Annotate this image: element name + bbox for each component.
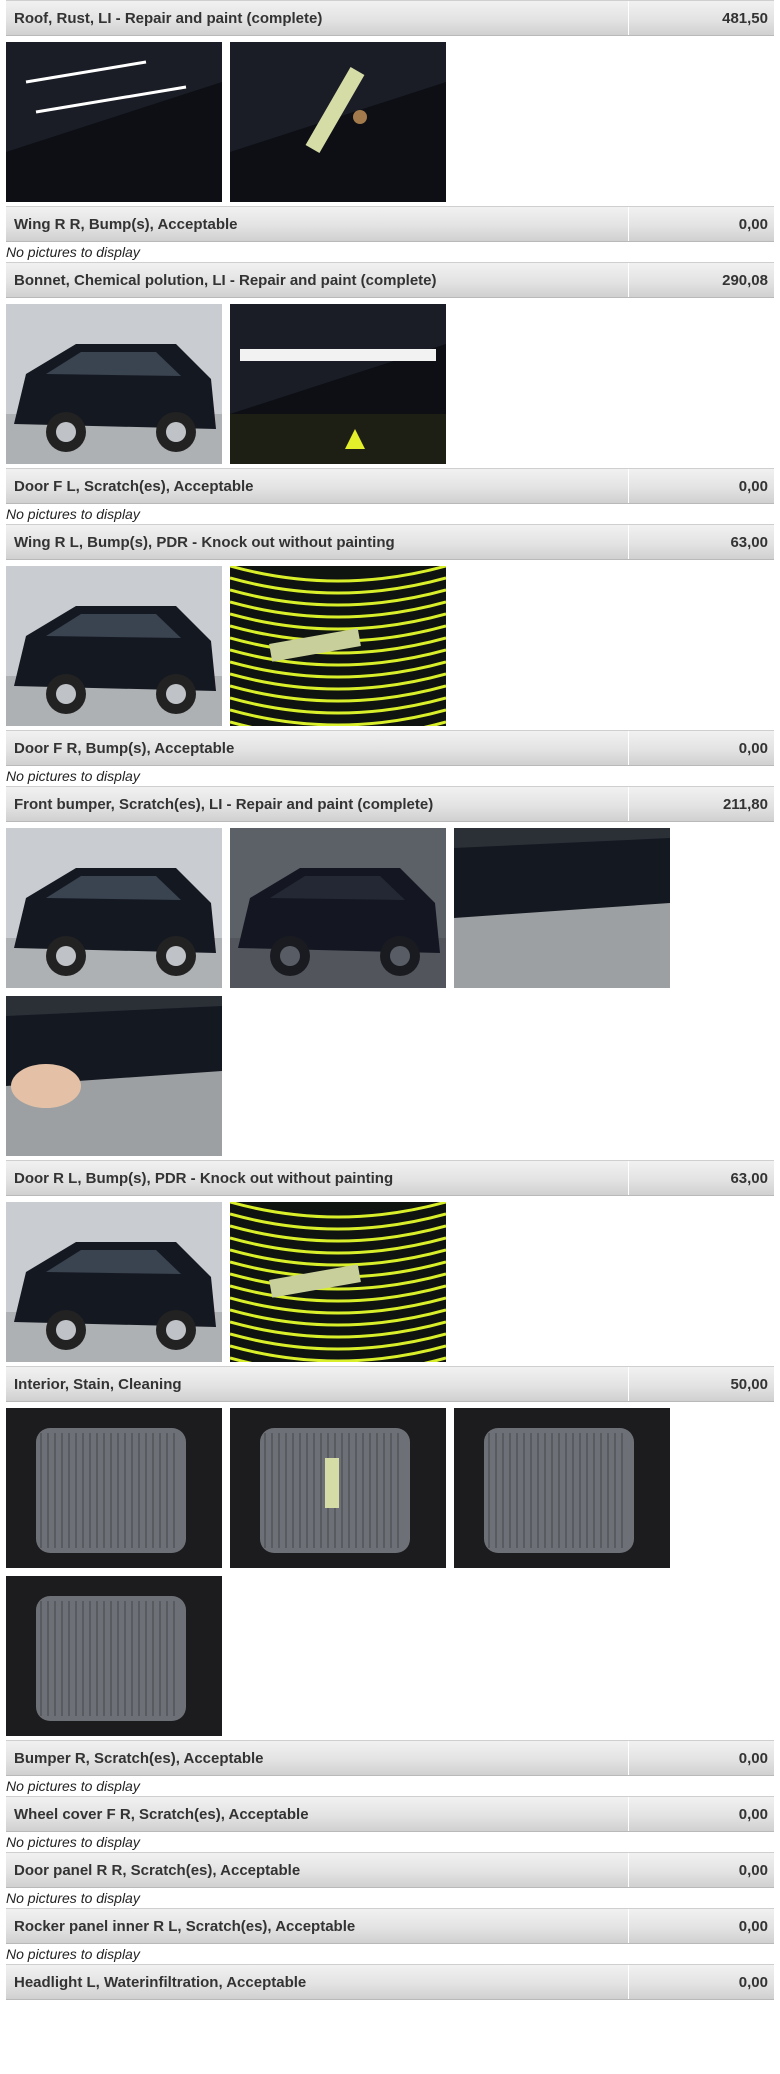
damage-item-header: Interior, Stain, Cleaning 50,00 — [6, 1366, 774, 1402]
damage-photo-interior-seat-front[interactable] — [6, 1408, 222, 1568]
no-pictures-note: No pictures to display — [6, 768, 140, 784]
damage-item-title: Wheel cover F R, Scratch(es), Acceptable — [14, 1805, 309, 1823]
damage-item-title: Bumper R, Scratch(es), Acceptable — [14, 1749, 264, 1767]
damage-report: Roof, Rust, LI - Repair and paint (compl… — [0, 0, 780, 2000]
damage-item-price: 481,50 — [628, 1, 774, 35]
damage-item-header: Wing R L, Bump(s), PDR - Knock out witho… — [6, 524, 774, 560]
damage-item-price: 0,00 — [628, 731, 774, 765]
damage-item-title: Interior, Stain, Cleaning — [14, 1375, 182, 1393]
damage-item-price: 0,00 — [628, 207, 774, 241]
damage-item-price: 0,00 — [628, 1853, 774, 1887]
no-pictures-note: No pictures to display — [6, 506, 140, 522]
damage-photo-gallery — [0, 1402, 686, 1740]
damage-item-header: Wing R R, Bump(s), Acceptable 0,00 — [6, 206, 774, 242]
damage-photo-seat-fabric-gauge[interactable] — [230, 1408, 446, 1568]
no-pictures-note: No pictures to display — [6, 1890, 140, 1906]
damage-photo-gallery — [0, 1196, 686, 1366]
damage-item-title: Wing R R, Bump(s), Acceptable — [14, 215, 238, 233]
damage-item-price: 290,08 — [628, 263, 774, 297]
damage-item-title: Bonnet, Chemical polution, LI - Repair a… — [14, 271, 437, 289]
damage-item-title: Roof, Rust, LI - Repair and paint (compl… — [14, 9, 323, 27]
damage-photo-gallery — [0, 36, 686, 206]
no-pictures-note: No pictures to display — [6, 1778, 140, 1794]
damage-item-header: Bumper R, Scratch(es), Acceptable 0,00 — [6, 1740, 774, 1776]
damage-item-price: 0,00 — [628, 1965, 774, 1999]
damage-item-price: 0,00 — [628, 1741, 774, 1775]
damage-item-title: Rocker panel inner R L, Scratch(es), Acc… — [14, 1917, 356, 1935]
damage-photo-door-rl-side[interactable] — [6, 1202, 222, 1362]
damage-item-title: Headlight L, Waterinfiltration, Acceptab… — [14, 1973, 307, 1991]
damage-item-price: 211,80 — [628, 787, 774, 821]
damage-item-title: Door F R, Bump(s), Acceptable — [14, 739, 235, 757]
damage-item-price: 63,00 — [628, 525, 774, 559]
damage-item-header: Bonnet, Chemical polution, LI - Repair a… — [6, 262, 774, 298]
damage-photo-roof-rust-closeup[interactable] — [230, 42, 446, 202]
damage-item-title: Door R L, Bump(s), PDR - Knock out witho… — [14, 1169, 394, 1187]
damage-item-header: Door F L, Scratch(es), Acceptable 0,00 — [6, 468, 774, 504]
damage-photo-front-left[interactable] — [6, 828, 222, 988]
damage-item-title: Wing R L, Bump(s), PDR - Knock out witho… — [14, 533, 395, 551]
damage-photo-bumper-hand-gauge[interactable] — [6, 996, 222, 1156]
damage-photo-gallery — [0, 560, 686, 730]
damage-item-price: 0,00 — [628, 1797, 774, 1831]
damage-item-price: 50,00 — [628, 1367, 774, 1401]
no-pictures-note: No pictures to display — [6, 1946, 140, 1962]
damage-photo-roof-overview[interactable] — [6, 42, 222, 202]
damage-item-title: Door F L, Scratch(es), Acceptable — [14, 477, 254, 495]
damage-item-header: Rocker panel inner R L, Scratch(es), Acc… — [6, 1908, 774, 1944]
damage-photo-bonnet-closeup[interactable] — [230, 304, 446, 464]
damage-item-header: Headlight L, Waterinfiltration, Acceptab… — [6, 1964, 774, 2000]
no-pictures-note: No pictures to display — [6, 244, 140, 260]
damage-item-header: Wheel cover F R, Scratch(es), Acceptable… — [6, 1796, 774, 1832]
damage-photo-bonnet-overview[interactable] — [6, 304, 222, 464]
damage-item-header: Door R L, Bump(s), PDR - Knock out witho… — [6, 1160, 774, 1196]
damage-photo-bumper-under[interactable] — [454, 828, 670, 988]
damage-photo-gallery — [0, 298, 686, 468]
damage-item-header: Front bumper, Scratch(es), LI - Repair a… — [6, 786, 774, 822]
damage-item-header: Door F R, Bump(s), Acceptable 0,00 — [6, 730, 774, 766]
damage-photo-door-rl-reflector[interactable] — [230, 1202, 446, 1362]
damage-item-header: Door panel R R, Scratch(es), Acceptable 0… — [6, 1852, 774, 1888]
damage-photo-interior-driver[interactable] — [454, 1408, 670, 1568]
damage-photo-wing-rl-overview[interactable] — [6, 566, 222, 726]
damage-photo-wing-rl-reflector[interactable] — [230, 566, 446, 726]
damage-photo-gallery — [0, 822, 686, 1160]
damage-photo-seat-cushion[interactable] — [6, 1576, 222, 1736]
damage-item-price: 0,00 — [628, 469, 774, 503]
no-pictures-note: No pictures to display — [6, 1834, 140, 1850]
damage-photo-bumper-corner[interactable] — [230, 828, 446, 988]
damage-item-price: 0,00 — [628, 1909, 774, 1943]
damage-item-title: Front bumper, Scratch(es), LI - Repair a… — [14, 795, 434, 813]
damage-item-header: Roof, Rust, LI - Repair and paint (compl… — [6, 0, 774, 36]
damage-item-price: 63,00 — [628, 1161, 774, 1195]
damage-item-title: Door panel R R, Scratch(es), Acceptable — [14, 1861, 301, 1879]
